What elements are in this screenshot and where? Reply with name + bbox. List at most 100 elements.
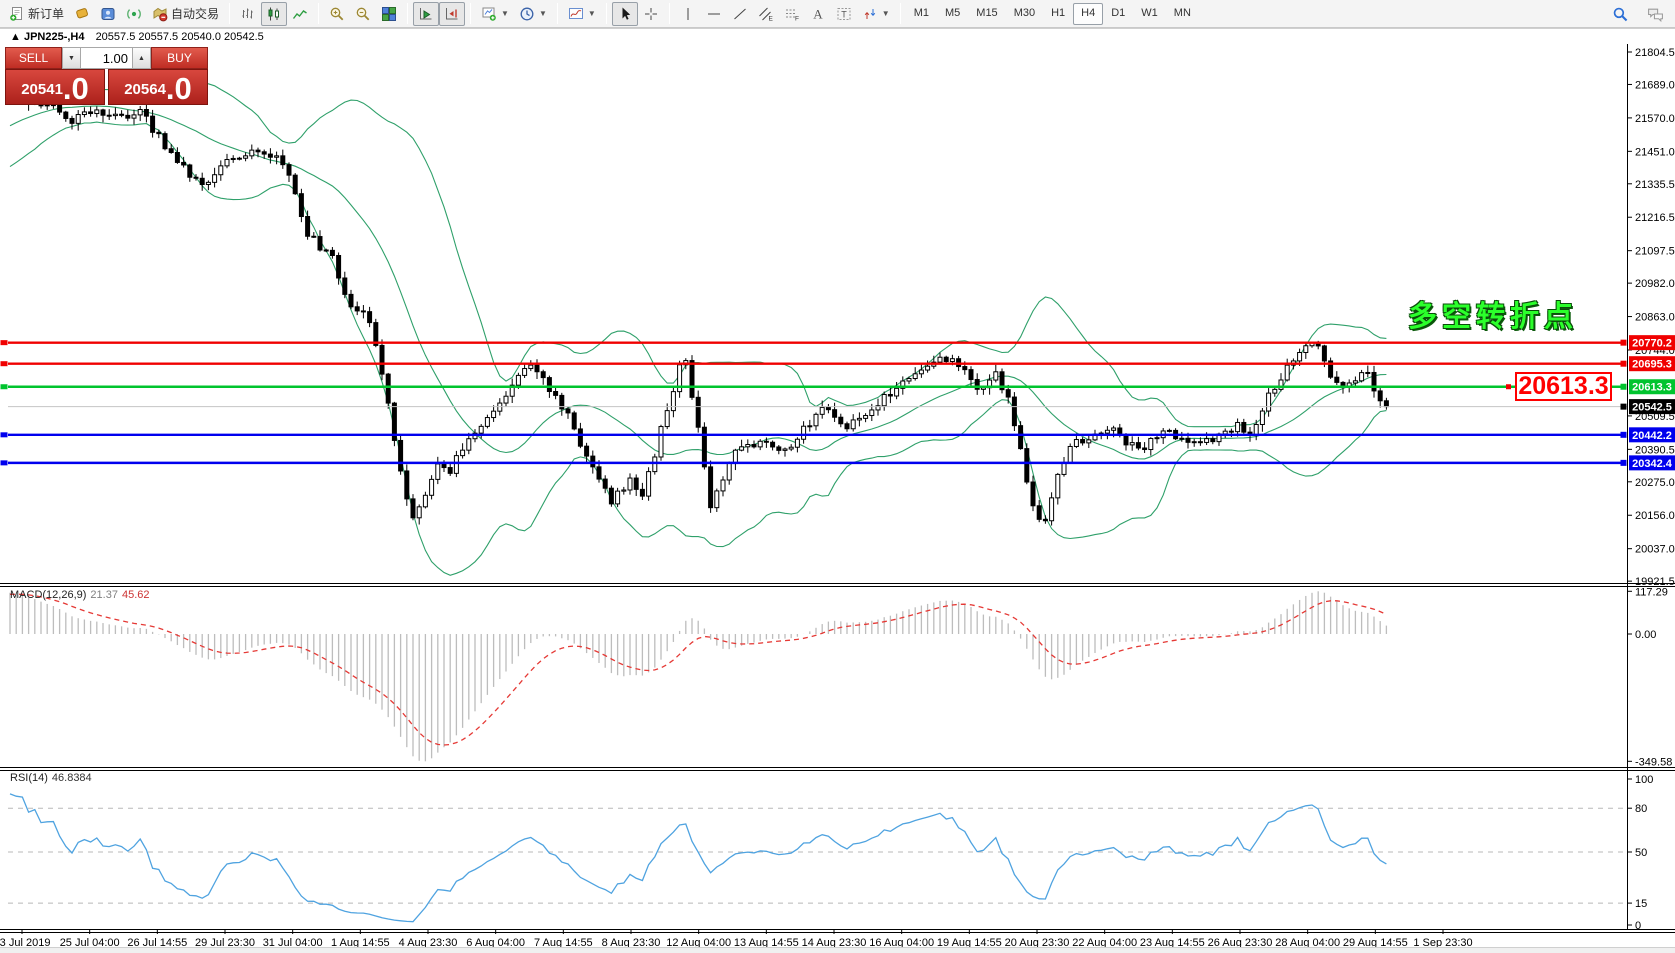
rsi-panel[interactable] <box>8 794 1627 922</box>
candle-body <box>702 427 706 467</box>
level-line-left-anchor[interactable] <box>1 384 8 389</box>
crosshair-button[interactable] <box>638 2 664 26</box>
key-level-price-label[interactable]: 20613.3 <box>1515 372 1612 401</box>
candle-body <box>1223 431 1227 434</box>
level-line-left-anchor[interactable] <box>1 432 8 437</box>
candle-body <box>907 379 911 381</box>
fibonacci-button[interactable]: F <box>779 2 805 26</box>
candle-body <box>771 442 775 447</box>
candle-body <box>895 388 899 396</box>
candle-body <box>213 175 217 183</box>
level-line-right-anchor <box>1621 460 1627 466</box>
candle-body <box>969 370 973 380</box>
candle-chart-button[interactable] <box>261 2 287 26</box>
vline-icon <box>680 6 696 22</box>
candle-body <box>913 374 917 379</box>
candle-body <box>1273 389 1277 393</box>
line-chart-button[interactable] <box>287 2 313 26</box>
sell-button[interactable]: SELL <box>5 47 62 69</box>
candle-body <box>752 444 756 446</box>
axis-tick-label: 117.29 <box>1635 586 1668 598</box>
candle-body <box>225 160 229 166</box>
macd-panel[interactable] <box>10 591 1386 761</box>
chart-surface[interactable]: 21804.521689.021570.021451.021335.521216… <box>0 28 1675 953</box>
candle-body <box>157 132 161 133</box>
candle-body <box>1074 440 1078 447</box>
toolbar-separator <box>669 3 670 24</box>
autotrade-button[interactable]: 自动交易 <box>147 2 224 26</box>
history-button[interactable] <box>69 2 95 26</box>
cursor-icon <box>617 6 633 22</box>
axis-tick-label: 20613.3 <box>1632 382 1672 394</box>
sell-price-button[interactable]: 20541.0 <box>5 69 105 105</box>
auto-scroll-button[interactable] <box>413 2 439 26</box>
timeframe-button-d1[interactable]: D1 <box>1103 3 1133 25</box>
indicators-button[interactable]: ▼ <box>563 2 601 26</box>
hline-button[interactable] <box>701 2 727 26</box>
volume-input[interactable] <box>81 47 132 69</box>
chart-shift-button[interactable] <box>439 2 465 26</box>
timeframe-button-m15[interactable]: M15 <box>968 3 1005 25</box>
symbol-ohlc-line: ▲ JPN225-,H4 20557.5 20557.5 20540.0 205… <box>10 31 264 43</box>
broadcast-button[interactable] <box>121 2 147 26</box>
timeframe-button-m30[interactable]: M30 <box>1006 3 1043 25</box>
window-collapse-icon[interactable]: ▲ <box>10 31 21 43</box>
timeframe-button-m5[interactable]: M5 <box>937 3 968 25</box>
rsi-indicator-label: RSI(14)46.8384 <box>10 772 92 784</box>
buy-button[interactable]: BUY <box>151 47 208 69</box>
text-button[interactable]: A <box>805 2 831 26</box>
candle-body <box>89 112 93 114</box>
timeframe-button-h4[interactable]: H4 <box>1073 3 1103 25</box>
timeframe-button-h1[interactable]: H1 <box>1043 3 1073 25</box>
zoom-out-button[interactable] <box>350 2 376 26</box>
cursor-button[interactable] <box>612 2 638 26</box>
periods-icon <box>519 6 535 22</box>
candle-body <box>1050 498 1054 521</box>
new-chart-button[interactable]: ▼ <box>476 2 514 26</box>
level-line-left-anchor[interactable] <box>1 460 8 465</box>
vline-button[interactable] <box>675 2 701 26</box>
dropdown-arrow-icon: ▼ <box>588 9 596 18</box>
candle-body <box>1211 439 1215 442</box>
candle-body <box>268 154 272 157</box>
history-icon <box>74 6 90 22</box>
timeframe-button-w1[interactable]: W1 <box>1133 3 1166 25</box>
candle-body <box>919 370 923 374</box>
candle-body <box>485 418 489 427</box>
timeframe-button-mn[interactable]: MN <box>1166 3 1199 25</box>
candle-body <box>1186 438 1190 442</box>
candle-body <box>1143 448 1147 450</box>
community-button[interactable] <box>95 2 121 26</box>
periods-button[interactable]: ▼ <box>514 2 552 26</box>
candle-body <box>368 312 372 323</box>
level-line-left-anchor[interactable] <box>1 340 8 345</box>
bar-chart-button[interactable] <box>235 2 261 26</box>
text-label-button[interactable]: T <box>831 2 857 26</box>
arrows-button[interactable]: ▼ <box>857 2 895 26</box>
tile-windows-button[interactable] <box>376 2 402 26</box>
trendline-button[interactable] <box>727 2 753 26</box>
candle-body <box>430 479 434 495</box>
level-line-left-anchor[interactable] <box>1 361 8 366</box>
one-click-trading-panel: SELL ▼ ▲ BUY 20541.0 20564.0 <box>5 47 208 105</box>
arrows-icon <box>862 6 878 22</box>
candle-body <box>299 194 303 217</box>
main-chart-panel[interactable] <box>8 81 1627 576</box>
volume-decrease-button[interactable]: ▼ <box>62 47 81 69</box>
candle-body <box>585 446 589 456</box>
candle-body <box>1236 422 1240 431</box>
candle-body <box>163 134 167 149</box>
timeframe-button-m1[interactable]: M1 <box>906 3 937 25</box>
buy-price-button[interactable]: 20564.0 <box>108 69 208 105</box>
chat-button[interactable] <box>1642 2 1669 26</box>
candle-body <box>1260 411 1264 424</box>
new-order-button[interactable]: 新订单 <box>4 2 69 26</box>
axis-tick-label: 21335.5 <box>1635 179 1675 191</box>
volume-increase-button[interactable]: ▲ <box>132 47 151 69</box>
candle-body <box>380 345 384 374</box>
candle-body <box>1267 393 1271 411</box>
candle-body <box>758 441 762 447</box>
search-button[interactable] <box>1607 2 1634 26</box>
channel-button[interactable]: E <box>753 2 779 26</box>
zoom-in-button[interactable] <box>324 2 350 26</box>
